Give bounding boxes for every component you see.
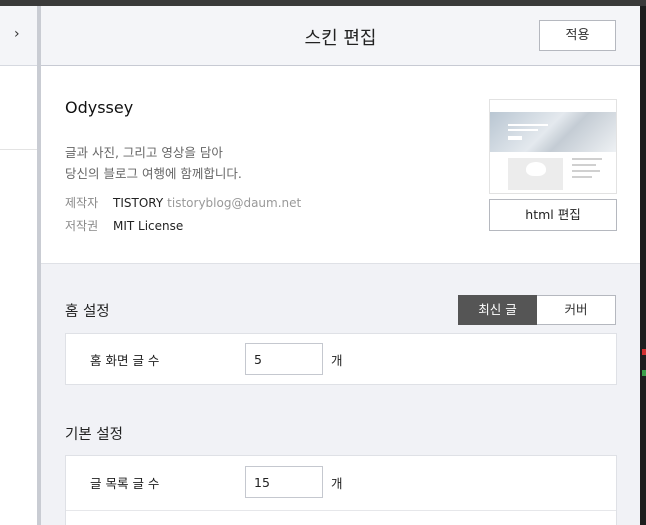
right-window-edge (640, 6, 646, 525)
skin-name: Odyssey (65, 98, 134, 117)
row-divider (66, 510, 616, 511)
panel-header: 스킨 편집 적용 (41, 6, 640, 66)
left-pane-header: › (0, 6, 37, 66)
home-post-count-unit: 개 (331, 353, 343, 368)
home-mode-toggle: 최신 글 커버 (458, 295, 617, 325)
skin-description-line-1: 글과 사진, 그리고 영상을 담아 (65, 145, 223, 160)
list-post-count-label: 글 목록 글 수 (90, 476, 160, 491)
tab-cover[interactable]: 커버 (537, 295, 616, 325)
skin-preview-thumbnail (489, 99, 617, 194)
left-pane: › (0, 6, 37, 525)
apply-button[interactable]: 적용 (539, 20, 616, 51)
license-value: MIT License (113, 219, 184, 233)
skin-edit-panel: 스킨 편집 적용 Odyssey 글과 사진, 그리고 영상을 담아 당신의 블… (41, 6, 640, 525)
basic-settings-title: 기본 설정 (65, 427, 123, 443)
basic-settings-box: 글 목록 글 수 개 (65, 455, 617, 525)
home-post-count-input[interactable] (245, 343, 323, 375)
home-post-count-label: 홈 화면 글 수 (90, 353, 160, 368)
left-pane-divider-line (0, 149, 37, 150)
home-settings-title: 홈 설정 (65, 304, 110, 320)
html-edit-button[interactable]: html 편집 (489, 199, 617, 231)
list-post-count-unit: 개 (331, 476, 343, 491)
home-settings-box: 홈 화면 글 수 개 (65, 333, 617, 385)
maker-row: 제작자 TISTORY tistoryblog@daum.net (65, 194, 301, 211)
license-row: 저작권 MIT License (65, 217, 183, 234)
list-post-count-input[interactable] (245, 466, 323, 498)
tab-latest-posts[interactable]: 최신 글 (458, 295, 537, 325)
license-label: 저작권 (65, 219, 99, 233)
skin-description: 글과 사진, 그리고 영상을 담아 당신의 블로그 여행에 함께합니다. (65, 142, 242, 184)
skin-info-section: Odyssey 글과 사진, 그리고 영상을 담아 당신의 블로그 여행에 함께… (41, 66, 640, 264)
maker-email: tistoryblog@daum.net (167, 196, 302, 210)
maker-label: 제작자 (65, 196, 99, 210)
maker-name: TISTORY (113, 196, 164, 210)
chevron-right-icon[interactable]: › (14, 26, 30, 44)
skin-description-line-2: 당신의 블로그 여행에 함께합니다. (65, 166, 242, 181)
